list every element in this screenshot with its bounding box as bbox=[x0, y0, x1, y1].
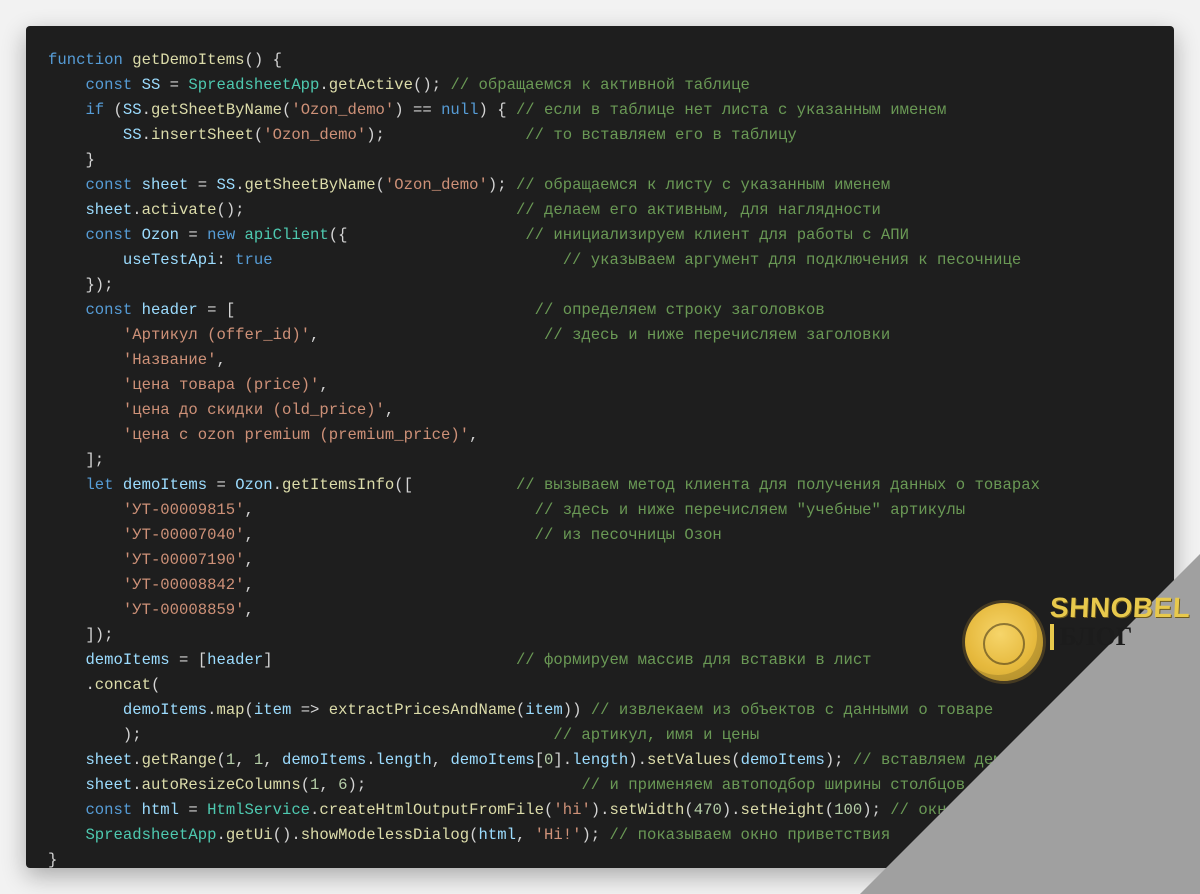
article: УТ-00007190 bbox=[132, 551, 235, 569]
extract-fn: extractPricesAndName bbox=[329, 701, 516, 719]
comment: // из песочницы Озон bbox=[535, 526, 722, 544]
class-name: apiClient bbox=[245, 226, 329, 244]
header-item: цена с ozon premium (premium_price) bbox=[132, 426, 460, 444]
page-root: function getDemoItems() { const SS = Spr… bbox=[0, 0, 1200, 894]
var-demoitems: demoItems bbox=[85, 651, 169, 669]
sheet-name: Ozon_demo bbox=[394, 176, 478, 194]
comment: // обращаемся к листу с указанным именем bbox=[516, 176, 890, 194]
comment: // если в таблице нет листа с указанным … bbox=[516, 101, 946, 119]
header-item: Артикул (offer_id) bbox=[132, 326, 300, 344]
var-header: header bbox=[207, 651, 263, 669]
comment: // здесь и ниже перечисляем "учебные" ар… bbox=[535, 501, 965, 519]
comment: // делаем его активным, для наглядности bbox=[516, 201, 881, 219]
prop-key: useTestApi bbox=[123, 251, 217, 269]
num: 1 bbox=[310, 776, 319, 794]
comment: // определяем строку заголовков bbox=[535, 301, 825, 319]
comment: // извлекаем из объектов с данными о тов… bbox=[591, 701, 993, 719]
var-header: header bbox=[142, 301, 198, 319]
dialog-title: Hi! bbox=[544, 826, 572, 844]
comment: // указываем аргумент для подключения к … bbox=[563, 251, 1022, 269]
comment: // формируем массив для вставки в лист bbox=[516, 651, 872, 669]
num: 470 bbox=[694, 801, 722, 819]
sheet-name: Ozon_demo bbox=[273, 126, 357, 144]
comment: // и применяем автоподбор ширины столбцо… bbox=[581, 776, 1077, 794]
article: УТ-00009815 bbox=[132, 501, 235, 519]
comment: // обращаемся к активной таблице bbox=[450, 76, 749, 94]
header-item: Название bbox=[132, 351, 207, 369]
comment: // то вставляем его в таблицу bbox=[525, 126, 796, 144]
comment: // окно приветствия bbox=[890, 801, 1068, 819]
var-demoitems: demoItems bbox=[123, 476, 207, 494]
prop-value: true bbox=[235, 251, 272, 269]
code-editor: function getDemoItems() { const SS = Spr… bbox=[26, 26, 1174, 868]
header-item: цена товара (price) bbox=[132, 376, 310, 394]
article: УТ-00007040 bbox=[132, 526, 235, 544]
comment: // показываем окно приветствия bbox=[610, 826, 891, 844]
article: УТ-00008859 bbox=[132, 601, 235, 619]
comment: // вставляем демо-данные bbox=[853, 751, 1078, 769]
comment: // инициализируем клиент для работы с АП… bbox=[525, 226, 909, 244]
comment: // здесь и ниже перечисляем заголовки bbox=[544, 326, 890, 344]
html-file: hi bbox=[563, 801, 582, 819]
comment: // артикул, имя и цены bbox=[553, 726, 759, 744]
header-item: цена до скидки (old_price) bbox=[132, 401, 375, 419]
comment: // вызываем метод клиента для получения … bbox=[516, 476, 1040, 494]
num: 100 bbox=[834, 801, 862, 819]
article: УТ-00008842 bbox=[132, 576, 235, 594]
code-block: function getDemoItems() { const SS = Spr… bbox=[26, 26, 1174, 868]
var-demoitems: demoItems bbox=[123, 701, 207, 719]
sheet-name: Ozon_demo bbox=[301, 101, 385, 119]
function-name: getDemoItems bbox=[132, 51, 244, 69]
